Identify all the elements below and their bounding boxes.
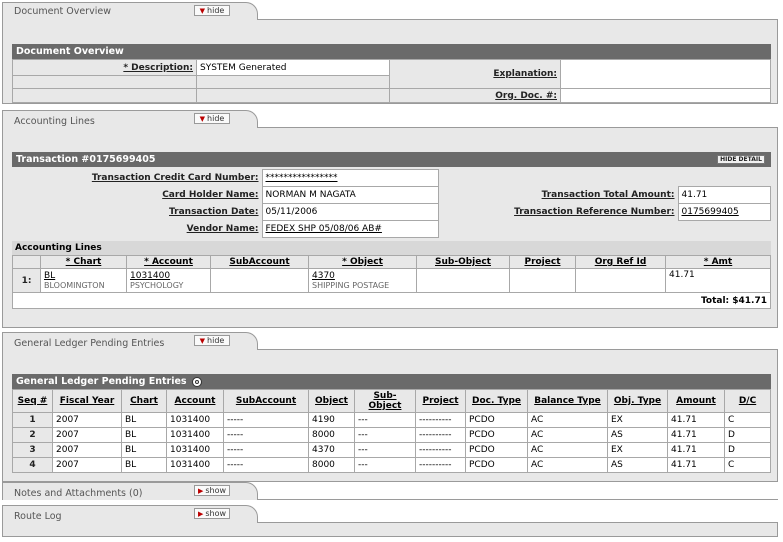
ref-number-value[interactable]: 0175699405 <box>677 203 771 221</box>
vendor-name-value[interactable]: FEDEX SHP 05/08/06 AB# <box>261 220 439 238</box>
col-fiscal-year[interactable]: Fiscal Year <box>52 389 122 413</box>
table-row: 4 2007 BL 1031400 ----- 8000 --- -------… <box>12 457 771 473</box>
transaction-date-label: Transaction Date: <box>12 203 262 221</box>
line-amount: 41.71 <box>665 268 771 293</box>
transaction-details-table: Transaction Credit Card Number: ********… <box>12 169 771 238</box>
triangle-right-icon: ▶ <box>197 487 204 495</box>
line-subaccount <box>210 268 309 293</box>
transaction-header: Transaction #0175699405 HIDE DETAIL <box>12 152 771 167</box>
notes-tab-title: Notes and Attachments (0) <box>14 488 143 499</box>
accounting-lines-table: * Chart * Account SubAccount * Object Su… <box>12 255 771 309</box>
total-amount-value: 41.71 <box>677 186 771 204</box>
document-overview-panel: Document Overview * Description: SYSTEM … <box>2 20 778 104</box>
col-doc-type[interactable]: Doc. Type <box>465 389 528 413</box>
vendor-name-label: Vendor Name: <box>12 220 262 238</box>
table-row: 1 2007 BL 1031400 ----- 4190 --- -------… <box>12 412 771 428</box>
transaction-date-value: 05/11/2006 <box>261 203 439 221</box>
glpe-table: Seq # Fiscal Year Chart Account SubAccou… <box>12 389 771 473</box>
route-log-tab-title: Route Log <box>14 511 62 522</box>
accounting-lines-hide-button[interactable]: ▼ hide <box>194 113 230 124</box>
table-row: 2 2007 BL 1031400 ----- 8000 --- -------… <box>12 427 771 443</box>
route-log-tab: Route Log ▶ show <box>2 505 778 537</box>
accounting-total: Total: $41.71 <box>12 292 771 309</box>
col-seq[interactable]: Seq # <box>12 389 53 413</box>
line-subobject <box>416 268 510 293</box>
accounting-lines-panel: Transaction #0175699405 HIDE DETAIL Tran… <box>2 128 778 328</box>
col-account[interactable]: * Account <box>126 255 211 269</box>
col-chart[interactable]: * Chart <box>40 255 127 269</box>
org-doc-field[interactable] <box>560 88 771 103</box>
search-icon[interactable] <box>191 376 202 387</box>
glpe-panel: General Ledger Pending Entries Seq # Fis… <box>2 350 778 482</box>
line-account[interactable]: 1031400 PSYCHOLOGY <box>126 268 211 293</box>
card-number-label: Transaction Credit Card Number: <box>12 169 262 187</box>
col-project[interactable]: Project <box>509 255 576 269</box>
glpe-tab: General Ledger Pending Entries ▼ hide Gen… <box>2 332 778 482</box>
total-amount-label: Transaction Total Amount: <box>438 186 678 204</box>
col-project[interactable]: Project <box>415 389 466 413</box>
col-object[interactable]: * Object <box>308 255 417 269</box>
explanation-label: Explanation: <box>389 59 561 89</box>
table-row: 1: BL BLOOMINGTON 1031400 PSYCHOLOGY 4370 S… <box>12 268 771 293</box>
glpe-header-row: Seq # Fiscal Year Chart Account SubAccou… <box>12 389 771 413</box>
description-field[interactable]: SYSTEM Generated <box>196 59 390 76</box>
col-subaccount[interactable]: SubAccount <box>210 255 309 269</box>
line-chart[interactable]: BL BLOOMINGTON <box>40 268 127 293</box>
card-number-value: **************** <box>261 169 439 187</box>
triangle-down-icon: ▼ <box>199 337 206 345</box>
explanation-field[interactable] <box>560 59 771 89</box>
hide-detail-button[interactable]: HIDE DETAIL <box>717 155 765 164</box>
accounting-lines-tab-title: Accounting Lines <box>14 116 95 127</box>
document-overview-tab-title: Document Overview <box>14 6 111 17</box>
card-holder-label: Card Holder Name: <box>12 186 262 204</box>
triangle-right-icon: ▶ <box>197 510 204 518</box>
col-object[interactable]: Object <box>308 389 355 413</box>
document-overview-header: Document Overview <box>12 44 771 59</box>
table-row: 3 2007 BL 1031400 ----- 4370 --- -------… <box>12 442 771 458</box>
line-object[interactable]: 4370 SHIPPING POSTAGE <box>308 268 417 293</box>
triangle-down-icon: ▼ <box>199 7 206 15</box>
description-label: * Description: <box>12 59 197 76</box>
glpe-tab-title: General Ledger Pending Entries <box>14 338 165 349</box>
line-org-ref-id <box>575 268 666 293</box>
col-account[interactable]: Account <box>166 389 224 413</box>
document-overview-table: * Description: SYSTEM Generated Explanat… <box>12 59 771 103</box>
notes-tab: Notes and Attachments (0) ▶ show <box>2 482 778 500</box>
col-chart[interactable]: Chart <box>121 389 167 413</box>
col-dc[interactable]: D/C <box>724 389 771 413</box>
card-holder-value: NORMAN M NAGATA <box>261 186 439 204</box>
route-log-show-button[interactable]: ▶ show <box>194 508 230 519</box>
document-overview-tab: Document Overview ▼ hide Document Overvie… <box>2 2 778 104</box>
col-subaccount[interactable]: SubAccount <box>223 389 309 413</box>
col-obj-type[interactable]: Obj. Type <box>607 389 668 413</box>
org-doc-label: Org. Doc. #: <box>389 88 561 103</box>
notes-show-button[interactable]: ▶ show <box>194 485 230 496</box>
col-amount[interactable]: Amount <box>667 389 725 413</box>
glpe-header: General Ledger Pending Entries <box>12 374 771 389</box>
line-seq: 1: <box>12 268 41 293</box>
ref-number-label: Transaction Reference Number: <box>438 203 678 221</box>
col-balance-type[interactable]: Balance Type <box>527 389 608 413</box>
col-amt[interactable]: * Amt <box>665 255 771 269</box>
accounting-lines-tab: Accounting Lines ▼ hide Transaction #0175… <box>2 110 778 328</box>
document-overview-hide-button[interactable]: ▼ hide <box>194 5 230 16</box>
glpe-hide-button[interactable]: ▼ hide <box>194 335 230 346</box>
triangle-down-icon: ▼ <box>199 115 206 123</box>
line-project <box>509 268 576 293</box>
col-org-ref-id[interactable]: Org Ref Id <box>575 255 666 269</box>
col-subobject[interactable]: Sub-Object <box>416 255 510 269</box>
accounting-lines-subheader: Accounting Lines <box>12 241 771 255</box>
col-subobject[interactable]: Sub-Object <box>354 389 416 413</box>
